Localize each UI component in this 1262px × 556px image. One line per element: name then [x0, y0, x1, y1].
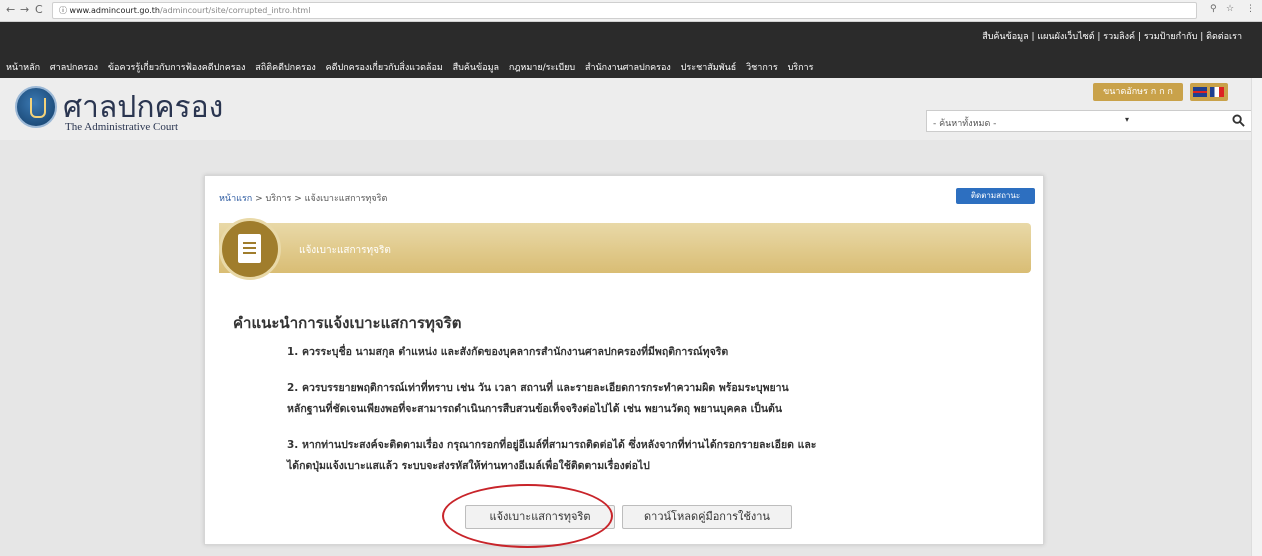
breadcrumb-separator: > — [252, 194, 266, 204]
language-switcher[interactable] — [1190, 83, 1228, 101]
zoom-icon[interactable]: ⚲ — [1210, 4, 1217, 14]
nav-item-law[interactable]: กฎหมาย/ระเบียบ — [509, 63, 575, 73]
nav-item-lawsuit-guide[interactable]: ข้อควรรู้เกี่ยวกับการฟ้องคดีปกครอง — [108, 63, 246, 73]
court-seal-icon[interactable] — [15, 86, 57, 128]
breadcrumb-home[interactable]: หน้าแรก — [219, 194, 252, 204]
breadcrumb-service[interactable]: บริการ — [266, 194, 292, 204]
nav-item-search[interactable]: สืบค้นข้อมูล — [453, 63, 499, 73]
instruction-item: ได้กดปุ่มแจ้งเบาะแสแล้ว ระบบจะส่งรหัสให้… — [287, 460, 650, 472]
section-title: แจ้งเบาะแสการทุจริต — [299, 245, 391, 256]
uk-flag-icon[interactable] — [1193, 87, 1207, 97]
site-subtitle: The Administrative Court — [65, 121, 179, 133]
bookmark-star-icon[interactable]: ☆ — [1226, 4, 1234, 14]
info-icon: ⓘ — [59, 6, 67, 15]
fr-flag-icon[interactable] — [1210, 87, 1224, 97]
menu-icon[interactable]: ⋮ — [1246, 4, 1255, 14]
forward-icon[interactable]: → — [20, 3, 29, 16]
reload-icon[interactable]: C — [35, 3, 43, 16]
nav-item-statistics[interactable]: สถิติคดีปกครอง — [255, 63, 315, 73]
nav-item-environment[interactable]: คดีปกครองเกี่ยวกับสิ่งแวดล้อม — [326, 63, 443, 73]
chevron-down-icon: ▾ — [1125, 115, 1130, 124]
font-size-toggle[interactable]: ขนาดอักษร ก ก ก — [1093, 83, 1183, 101]
nav-item-pr[interactable]: ประชาสัมพันธ์ — [681, 63, 737, 73]
url-host: www.admincourt.go.th — [69, 6, 160, 15]
breadcrumb-separator: > — [291, 194, 305, 204]
breadcrumb: หน้าแรก > บริการ > แจ้งเบาะแสการทุจริต — [219, 191, 387, 205]
nav-item-home[interactable]: หน้าหลัก — [6, 63, 40, 73]
site-search[interactable]: - ค้นหาทั้งหมด - ▾ — [926, 110, 1252, 132]
content-card: หน้าแรก > บริการ > แจ้งเบาะแสการทุจริต ต… — [204, 175, 1044, 545]
instruction-item: 2. ควรบรรยายพฤติการณ์เท่าที่ทราบ เช่น วั… — [287, 382, 789, 394]
browser-toolbar: ← → C ⓘ www.admincourt.go.th/admincourt/… — [0, 0, 1262, 22]
nav-item-court[interactable]: ศาลปกครอง — [50, 63, 98, 73]
page-scrollbar[interactable] — [1251, 78, 1262, 556]
instruction-item: 1. ควรระบุชื่อ นามสกุล ตำแหน่ง และสังกัด… — [287, 346, 729, 358]
track-status-button[interactable]: ติดตามสถานะ — [956, 188, 1035, 204]
nav-item-office[interactable]: สำนักงานศาลปกครอง — [585, 63, 671, 73]
address-bar[interactable]: ⓘ www.admincourt.go.th/admincourt/site/c… — [52, 2, 1197, 19]
search-scope-select[interactable]: - ค้นหาทั้งหมด - — [933, 116, 996, 130]
download-manual-button[interactable]: ดาวน์โหลดคู่มือการใช้งาน — [622, 505, 792, 529]
nav-item-academic[interactable]: วิชาการ — [746, 63, 778, 73]
search-icon[interactable] — [1232, 114, 1245, 127]
breadcrumb-current: แจ้งเบาะแสการทุจริต — [304, 194, 388, 204]
instruction-item: หลักฐานที่ชัดเจนเพียงพอที่จะสามารถดำเนิน… — [287, 403, 783, 415]
page-title: คำแนะนำการแจ้งเบาะแสการทุจริต — [233, 314, 462, 332]
highlight-annotation — [442, 484, 613, 548]
utility-links[interactable]: สืบค้นข้อมูล | แผนผังเว็บไซต์ | รวมลิงค์… — [982, 29, 1242, 43]
back-icon[interactable]: ← — [6, 3, 15, 16]
nav-item-service[interactable]: บริการ — [788, 63, 814, 73]
url-path: /admincourt/site/corrupted_intro.html — [159, 6, 311, 15]
main-navigation: หน้าหลัก ศาลปกครอง ข้อควรรู้เกี่ยวกับการ… — [6, 60, 820, 74]
instruction-item: 3. หากท่านประสงค์จะติดตามเรื่อง กรุณากรอ… — [287, 439, 817, 451]
document-icon — [219, 218, 281, 280]
